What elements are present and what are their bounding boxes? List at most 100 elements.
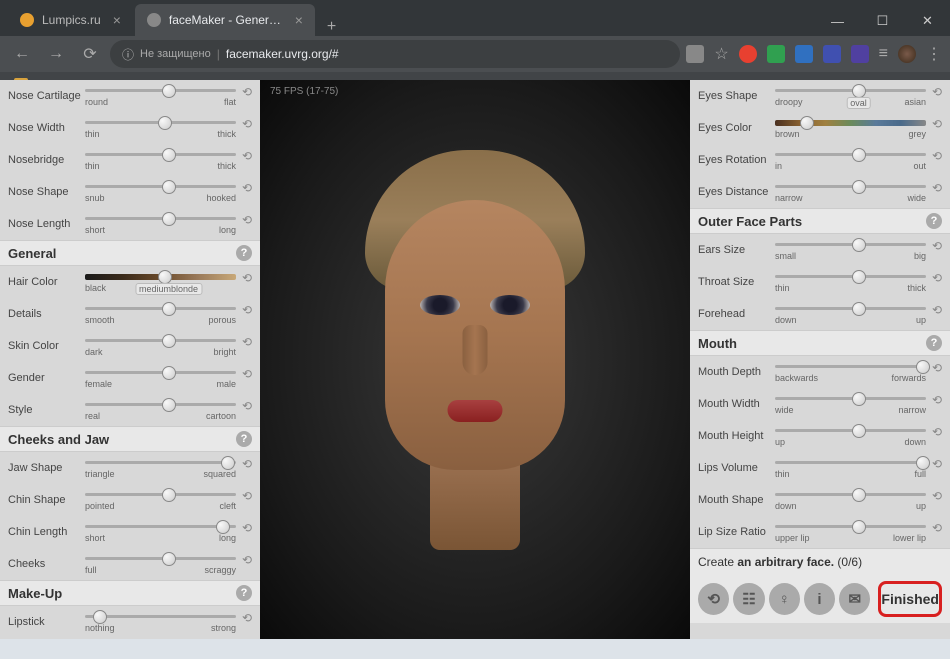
- new-tab-button[interactable]: +: [317, 18, 346, 36]
- reset-icon[interactable]: ⟲: [240, 117, 254, 131]
- back-button[interactable]: ←: [8, 40, 36, 68]
- reset-icon[interactable]: ⟲: [240, 611, 254, 625]
- slider[interactable]: round flat ⟲: [83, 83, 254, 109]
- reset-icon[interactable]: ⟲: [930, 239, 944, 253]
- slider[interactable]: small big ⟲: [773, 237, 944, 263]
- reset-icon[interactable]: ⟲: [240, 85, 254, 99]
- slider[interactable]: short long ⟲: [83, 211, 254, 237]
- help-icon[interactable]: ?: [926, 213, 942, 229]
- slider-thumb[interactable]: [162, 180, 176, 194]
- reset-icon[interactable]: ⟲: [930, 489, 944, 503]
- avatar[interactable]: [898, 45, 916, 63]
- slider-thumb[interactable]: [162, 84, 176, 98]
- help-icon[interactable]: ?: [236, 585, 252, 601]
- slider[interactable]: upper lip lower lip ⟲: [773, 519, 944, 545]
- mail-button[interactable]: ✉: [839, 583, 870, 615]
- slider-thumb[interactable]: [852, 392, 866, 406]
- slider-thumb[interactable]: [221, 456, 235, 470]
- slider-thumb[interactable]: [162, 488, 176, 502]
- idea-button[interactable]: ♀: [769, 583, 800, 615]
- slider-thumb[interactable]: [916, 360, 930, 374]
- slider[interactable]: backwards forwards ⟲: [773, 359, 944, 385]
- slider[interactable]: narrow wide ⟲: [773, 179, 944, 205]
- reload-button[interactable]: ⟳: [76, 40, 104, 68]
- slider-thumb[interactable]: [93, 610, 107, 624]
- slider[interactable]: in out ⟲: [773, 147, 944, 173]
- slider[interactable]: wide narrow ⟲: [773, 391, 944, 417]
- reset-icon[interactable]: ⟲: [930, 393, 944, 407]
- slider-thumb[interactable]: [852, 148, 866, 162]
- reset-icon[interactable]: ⟲: [930, 271, 944, 285]
- ext-ad-icon[interactable]: [851, 45, 869, 63]
- 3d-viewport[interactable]: 75 FPS (17-75): [260, 80, 690, 639]
- slider-thumb[interactable]: [916, 456, 930, 470]
- slider[interactable]: smooth porous ⟲: [83, 301, 254, 327]
- info-icon[interactable]: ⓘ: [122, 46, 134, 63]
- reset-icon[interactable]: ⟲: [240, 367, 254, 381]
- slider[interactable]: droopy asian oval ⟲: [773, 83, 944, 109]
- reset-icon[interactable]: ⟲: [930, 303, 944, 317]
- slider-thumb[interactable]: [852, 180, 866, 194]
- slider[interactable]: short long ⟲: [83, 519, 254, 545]
- reset-icon[interactable]: ⟲: [240, 149, 254, 163]
- menu-icon[interactable]: ⋮: [926, 44, 942, 64]
- slider[interactable]: pointed cleft ⟲: [83, 487, 254, 513]
- slider[interactable]: triangle squared ⟲: [83, 455, 254, 481]
- forward-button[interactable]: →: [42, 40, 70, 68]
- slider[interactable]: real cartoon ⟲: [83, 397, 254, 423]
- slider[interactable]: up down ⟲: [773, 423, 944, 449]
- maximize-icon[interactable]: ☐: [860, 6, 905, 36]
- slider[interactable]: down up ⟲: [773, 487, 944, 513]
- reset-icon[interactable]: ⟲: [240, 303, 254, 317]
- slider-thumb[interactable]: [852, 520, 866, 534]
- slider-thumb[interactable]: [158, 270, 172, 284]
- list-icon[interactable]: ≡: [879, 45, 888, 63]
- close-icon[interactable]: ×: [113, 12, 121, 28]
- slider[interactable]: down up ⟲: [773, 301, 944, 327]
- random-button[interactable]: ☷: [733, 583, 764, 615]
- slider[interactable]: thin full ⟲: [773, 455, 944, 481]
- reset-icon[interactable]: ⟲: [240, 457, 254, 471]
- slider-thumb[interactable]: [162, 148, 176, 162]
- reset-icon[interactable]: ⟲: [930, 521, 944, 535]
- reset-icon[interactable]: ⟲: [240, 271, 254, 285]
- slider[interactable]: black mediumblonde ⟲: [83, 269, 254, 295]
- slider-thumb[interactable]: [158, 116, 172, 130]
- slider[interactable]: brown grey ⟲: [773, 115, 944, 141]
- slider-thumb[interactable]: [162, 398, 176, 412]
- reset-icon[interactable]: ⟲: [930, 117, 944, 131]
- slider-thumb[interactable]: [852, 238, 866, 252]
- close-window-icon[interactable]: ✕: [905, 6, 950, 36]
- reset-icon[interactable]: ⟲: [240, 399, 254, 413]
- slider-thumb[interactable]: [852, 488, 866, 502]
- reset-icon[interactable]: ⟲: [240, 489, 254, 503]
- slider-thumb[interactable]: [852, 424, 866, 438]
- translate-icon[interactable]: [686, 45, 704, 63]
- slider-thumb[interactable]: [162, 334, 176, 348]
- info-button[interactable]: i: [804, 583, 835, 615]
- reset-icon[interactable]: ⟲: [930, 361, 944, 375]
- slider-thumb[interactable]: [216, 520, 230, 534]
- url-input[interactable]: ⓘ Не защищено | facemaker.uvrg.org/#: [110, 40, 680, 68]
- reset-icon[interactable]: ⟲: [240, 335, 254, 349]
- slider[interactable]: nothing strong ⟲: [83, 609, 254, 635]
- tab-facemaker[interactable]: faceMaker - Generate your favo... ×: [135, 4, 315, 36]
- close-icon[interactable]: ×: [295, 12, 303, 28]
- reset-icon[interactable]: ⟲: [930, 85, 944, 99]
- reset-icon[interactable]: ⟲: [930, 425, 944, 439]
- slider-thumb[interactable]: [162, 366, 176, 380]
- slider-thumb[interactable]: [162, 302, 176, 316]
- reset-icon[interactable]: ⟲: [240, 521, 254, 535]
- ext-check-icon[interactable]: [767, 45, 785, 63]
- slider-thumb[interactable]: [852, 270, 866, 284]
- reset-icon[interactable]: ⟲: [930, 149, 944, 163]
- reset-icon[interactable]: ⟲: [930, 181, 944, 195]
- slider-thumb[interactable]: [852, 84, 866, 98]
- slider[interactable]: female male ⟲: [83, 365, 254, 391]
- slider-thumb[interactable]: [162, 552, 176, 566]
- slider-thumb[interactable]: [800, 116, 814, 130]
- help-icon[interactable]: ?: [236, 431, 252, 447]
- ext-cube-icon[interactable]: [823, 45, 841, 63]
- slider-thumb[interactable]: [162, 212, 176, 226]
- reset-icon[interactable]: ⟲: [930, 457, 944, 471]
